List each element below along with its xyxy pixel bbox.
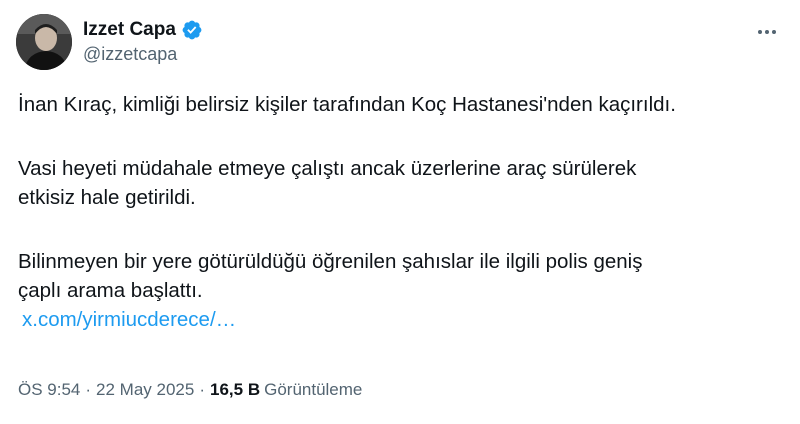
tweet-link[interactable]: x.com/yirmiucderece/… bbox=[22, 305, 236, 334]
tweet-text: İnan Kıraç, kimliği belirsiz kişiler tar… bbox=[18, 90, 784, 334]
tweet-paragraph-3: Bilinmeyen bir yere götürüldüğü öğrenile… bbox=[18, 247, 784, 305]
tweet-paragraph-2-line-2: etkisiz hale getirildi. bbox=[18, 186, 196, 209]
author-display-name[interactable]: Izzet Capa bbox=[83, 19, 176, 41]
views-label: Görüntüleme bbox=[264, 380, 363, 399]
tweet-card: Izzet Capa @izzetcapa İnan Kıraç, kimliğ… bbox=[0, 0, 800, 424]
tweet-date[interactable]: 22 May 2025 bbox=[96, 380, 194, 400]
meta-separator: · bbox=[85, 380, 92, 399]
profile-avatar[interactable] bbox=[16, 14, 72, 70]
tweet-meta: ÖS 9:54 · 22 May 2025 · 16,5 B Görüntüle… bbox=[18, 380, 362, 400]
tweet-header: Izzet Capa @izzetcapa bbox=[16, 14, 784, 70]
verified-badge-icon[interactable] bbox=[181, 19, 203, 41]
dot bbox=[772, 30, 776, 34]
author-identity: Izzet Capa @izzetcapa bbox=[83, 17, 203, 65]
meta-separator: · bbox=[199, 380, 206, 399]
more-options-icon[interactable] bbox=[750, 18, 784, 46]
tweet-paragraph-3-line-1: Bilinmeyen bir yere götürüldüğü öğrenile… bbox=[18, 250, 643, 273]
author-name-row: Izzet Capa bbox=[83, 17, 203, 43]
tweet-time[interactable]: ÖS 9:54 bbox=[18, 380, 80, 400]
dot bbox=[758, 30, 762, 34]
tweet-paragraph-2-line-1: Vasi heyeti müdahale etmeye çalıştı anca… bbox=[18, 157, 637, 180]
tweet-paragraph-2: Vasi heyeti müdahale etmeye çalıştı anca… bbox=[18, 154, 784, 212]
views-count: 16,5 B bbox=[210, 380, 261, 399]
dot bbox=[765, 30, 769, 34]
author-handle[interactable]: @izzetcapa bbox=[83, 44, 203, 65]
tweet-paragraph-3-line-2: çaplı arama başlattı. bbox=[18, 279, 203, 302]
tweet-paragraph-1: İnan Kıraç, kimliği belirsiz kişiler tar… bbox=[18, 93, 676, 116]
